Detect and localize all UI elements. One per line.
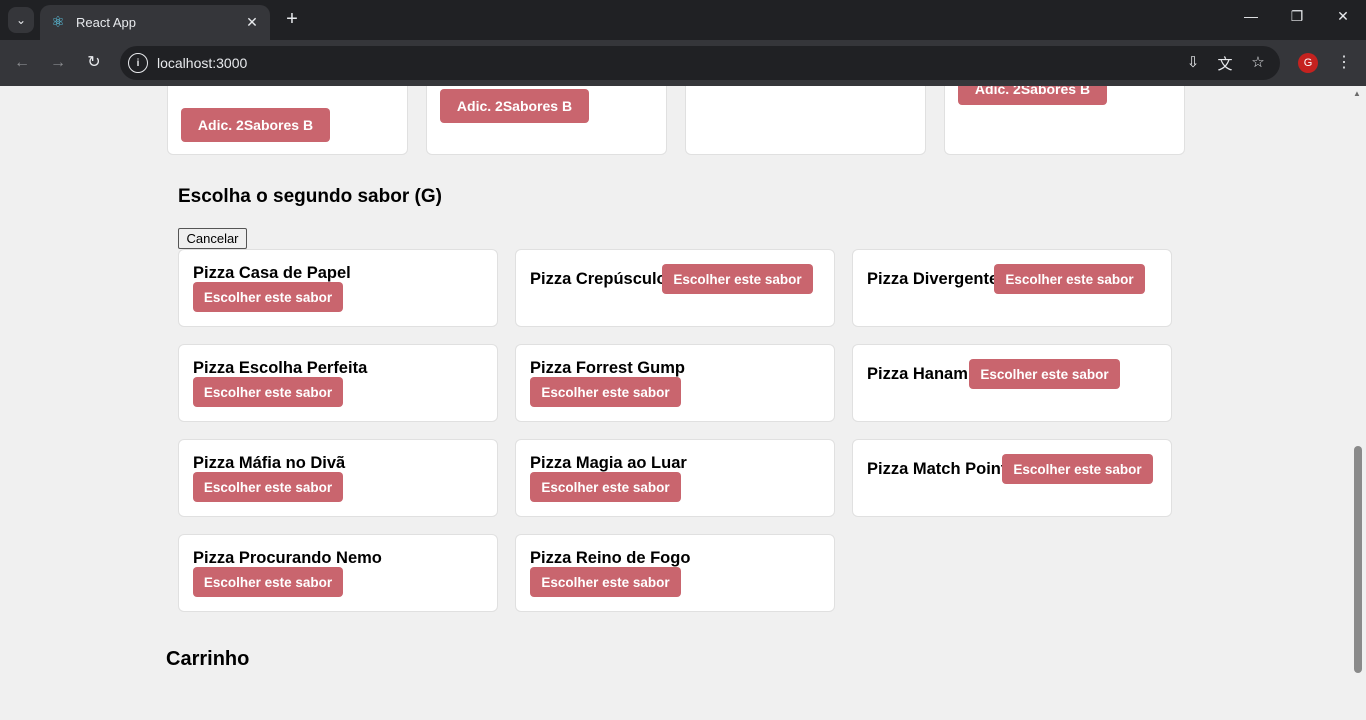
add-2flavors-button[interactable]: Adic. 2Sabores B [440, 89, 589, 123]
choose-flavor-button[interactable]: Escolher este sabor [969, 359, 1120, 389]
scroll-up-icon[interactable]: ▲ [1353, 89, 1361, 98]
flavor-card: Pizza Reino de Fogo Escolher este sabor [515, 534, 835, 612]
flavor-name: Pizza Reino de Fogo [530, 549, 691, 567]
choose-flavor-button[interactable]: Escolher este sabor [193, 377, 343, 407]
flavor-card: Pizza Escolha Perfeita Escolher este sab… [178, 344, 498, 422]
choose-flavor-button[interactable]: Escolher este sabor [193, 472, 343, 502]
add-2flavors-button[interactable]: Adic. 2Sabores B [181, 108, 330, 142]
close-icon[interactable]: ✕ [244, 14, 260, 31]
browser-toolbar: ← → ↻ i localhost:3000 ⇩ 文 ☆ G ⋮ [0, 40, 1366, 86]
new-tab-icon[interactable]: + [282, 8, 302, 32]
choose-flavor-button[interactable]: Escolher este sabor [530, 377, 681, 407]
flavor-name: Pizza Casa de Papel [193, 264, 351, 282]
flavor-name: Pizza Crepúsculo [530, 270, 667, 288]
cart-title: Carrinho [166, 648, 250, 670]
tab-bar: ⌄ ⚛ React App ✕ + — ❐ ✕ [0, 0, 1366, 40]
page-viewport: Adic. 2Sabores B Adic. 2Sabores B Adic. … [0, 86, 1350, 720]
restore-icon[interactable]: ❐ [1287, 8, 1307, 25]
forward-icon[interactable]: → [46, 51, 70, 75]
flavor-card: Pizza Casa de Papel Escolher este sabor [178, 249, 498, 327]
flavor-name: Pizza Divergente [867, 270, 999, 288]
flavor-name: Pizza Hanami [867, 365, 973, 383]
react-icon: ⚛ [51, 13, 65, 31]
flavor-card: Pizza Procurando Nemo Escolher este sabo… [178, 534, 498, 612]
address-bar[interactable]: i localhost:3000 ⇩ 文 ☆ [120, 46, 1280, 80]
window-close-icon[interactable]: ✕ [1333, 8, 1353, 25]
minimize-icon[interactable]: — [1241, 8, 1261, 24]
flavor-card: Pizza Divergente Escolher este sabor [852, 249, 1172, 327]
section-title: Escolha o segundo sabor (G) [178, 186, 442, 207]
add-2flavors-button[interactable]: Adic. 2Sabores B [958, 86, 1107, 105]
choose-flavor-button[interactable]: Escolher este sabor [193, 282, 343, 312]
url-text[interactable]: localhost:3000 [157, 55, 247, 71]
bookmark-star-icon[interactable]: ☆ [1248, 53, 1268, 71]
reload-icon[interactable]: ↻ [82, 51, 106, 75]
flavor-name: Pizza Forrest Gump [530, 359, 685, 377]
browser-tab[interactable]: ⚛ React App ✕ [40, 5, 270, 40]
pizza-card [685, 86, 926, 155]
choose-flavor-button[interactable]: Escolher este sabor [530, 472, 681, 502]
choose-flavor-button[interactable]: Escolher este sabor [1002, 454, 1153, 484]
install-app-icon[interactable]: ⇩ [1183, 53, 1203, 71]
site-info-icon[interactable]: i [128, 53, 148, 73]
flavor-card: Pizza Match Point Escolher este sabor [852, 439, 1172, 517]
pizza-card: Adic. 2Sabores B [944, 86, 1185, 155]
choose-flavor-button[interactable]: Escolher este sabor [193, 567, 343, 597]
back-icon[interactable]: ← [10, 51, 34, 75]
choose-flavor-button[interactable]: Escolher este sabor [662, 264, 813, 294]
tab-search-icon[interactable]: ⌄ [8, 7, 34, 33]
flavor-card: Pizza Magia ao Luar Escolher este sabor [515, 439, 835, 517]
flavor-name: Pizza Match Point [867, 460, 1007, 478]
flavor-card: Pizza Forrest Gump Escolher este sabor [515, 344, 835, 422]
cancel-button[interactable]: Cancelar [178, 228, 247, 249]
profile-avatar[interactable]: G [1298, 53, 1318, 73]
menu-kebab-icon[interactable]: ⋮ [1336, 52, 1352, 72]
choose-flavor-button[interactable]: Escolher este sabor [530, 567, 681, 597]
flavor-name: Pizza Escolha Perfeita [193, 359, 368, 377]
scrollbar-thumb[interactable] [1354, 446, 1362, 673]
flavor-name: Pizza Procurando Nemo [193, 549, 382, 567]
pizza-card: Adic. 2Sabores B [426, 86, 667, 155]
choose-flavor-button[interactable]: Escolher este sabor [994, 264, 1145, 294]
flavor-name: Pizza Máfia no Divã [193, 454, 346, 472]
flavor-card: Pizza Crepúsculo Escolher este sabor [515, 249, 835, 327]
flavor-name: Pizza Magia ao Luar [530, 454, 687, 472]
vertical-scrollbar[interactable]: ▲ [1350, 86, 1366, 720]
tab-title: React App [76, 15, 136, 30]
translate-icon[interactable]: 文 [1215, 53, 1235, 74]
pizza-card: Adic. 2Sabores B Adic. 2Sabores B [167, 86, 408, 155]
flavor-card: Pizza Hanami Escolher este sabor [852, 344, 1172, 422]
flavor-card: Pizza Máfia no Divã Escolher este sabor [178, 439, 498, 517]
